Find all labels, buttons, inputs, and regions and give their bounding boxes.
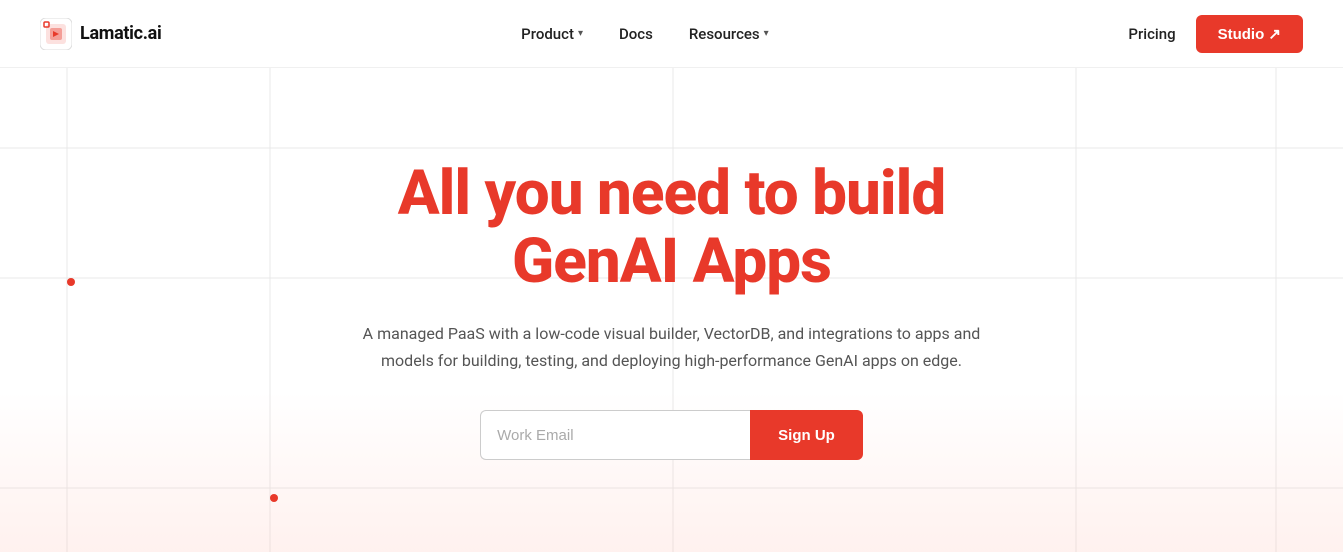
nav-links: Product ▾ Docs Resources ▾ (521, 25, 769, 43)
email-input[interactable] (480, 410, 750, 460)
resources-chevron-icon: ▾ (764, 28, 769, 39)
nav-resources[interactable]: Resources ▾ (689, 25, 769, 43)
hero-section: All you need to build GenAI Apps A manag… (0, 68, 1343, 552)
nav-docs[interactable]: Docs (619, 25, 653, 43)
product-chevron-icon: ▾ (578, 28, 583, 39)
navbar: Lamatic.ai Product ▾ Docs Resources ▾ Pr… (0, 0, 1343, 68)
nav-product[interactable]: Product ▾ (521, 25, 583, 43)
nav-pricing[interactable]: Pricing (1128, 25, 1175, 43)
studio-button[interactable]: Studio ↗ (1196, 15, 1303, 53)
red-dot-left (67, 278, 75, 286)
cta-row: Sign Up (362, 410, 982, 460)
hero-content: All you need to build GenAI Apps A manag… (342, 160, 1002, 461)
signup-button[interactable]: Sign Up (750, 410, 863, 460)
hero-title: All you need to build GenAI Apps (362, 160, 982, 296)
logo-icon (40, 18, 72, 50)
hero-subtitle: A managed PaaS with a low-code visual bu… (362, 320, 982, 374)
logo[interactable]: Lamatic.ai (40, 18, 161, 50)
logo-text: Lamatic.ai (80, 23, 161, 44)
red-dot-bottom (270, 494, 278, 502)
nav-right: Pricing Studio ↗ (1128, 15, 1303, 53)
